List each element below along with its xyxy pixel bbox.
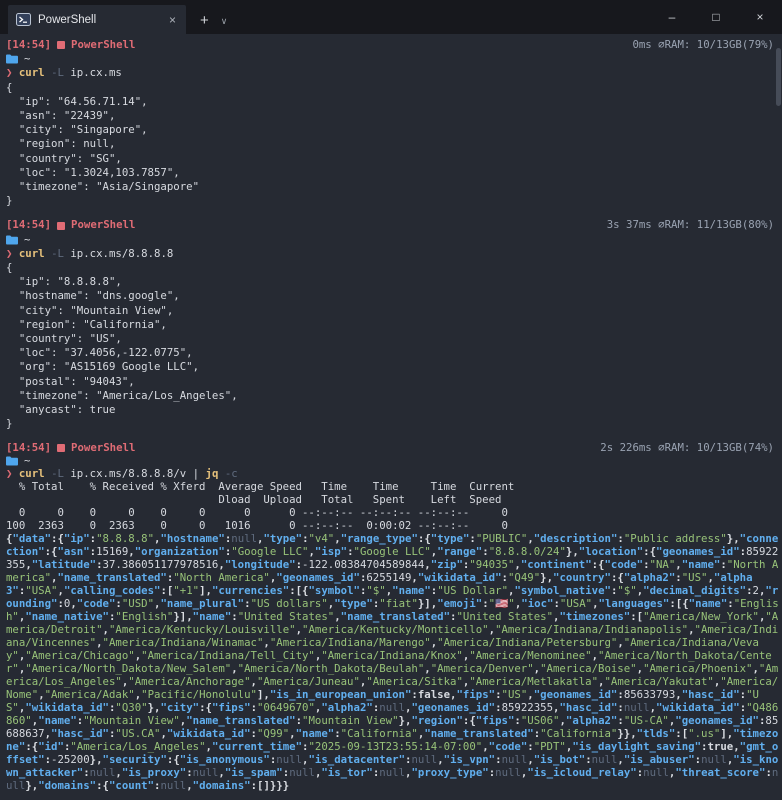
command-segment: jq — [206, 467, 225, 480]
command-segment: curl — [19, 66, 51, 79]
command-segment: | — [193, 467, 206, 480]
command-output: { "ip": "8.8.8.8", "hostname": "dns.goog… — [6, 261, 782, 431]
tab-powershell[interactable]: PowerShell × — [8, 5, 186, 34]
folder-icon — [6, 235, 18, 245]
tab-dropdown-icon[interactable]: ∨ — [221, 17, 228, 26]
command-segment: ip.cx.ms — [70, 66, 121, 79]
terminal-content[interactable]: [14:54] PowerShell 0ms ∅RAM: 10/13GB(79%) ~… — [0, 34, 782, 800]
maximize-button[interactable]: □ — [694, 0, 738, 34]
timestamp: [14:54] — [6, 441, 51, 454]
command-segment: -L — [51, 467, 70, 480]
command-line[interactable]: ❯ curl -L ip.cx.ms — [6, 66, 782, 80]
cwd-line: ~ — [6, 52, 782, 66]
timestamp: [14:54] — [6, 38, 51, 52]
powershell-icon — [57, 222, 65, 230]
command-segment: ip.cx.ms/8.8.8.8 — [70, 247, 173, 260]
block-header: [14:54] PowerShell 2s 226ms ∅RAM: 10/13GB(… — [6, 441, 782, 454]
resource-status: 3s 37ms ∅RAM: 11/13GB(80%) — [607, 218, 774, 232]
terminal-window: PowerShell × + ∨ – □ × [14:54] PowerShell… — [0, 0, 782, 800]
powershell-icon — [57, 41, 65, 49]
tab-title: PowerShell — [38, 14, 160, 26]
command-block: [14:54] PowerShell 0ms ∅RAM: 10/13GB(79%) ~… — [6, 38, 782, 208]
command-output: { "ip": "64.56.71.14", "asn": "22439", "… — [6, 81, 782, 209]
cwd-path: ~ — [24, 52, 30, 66]
command-line[interactable]: ❯ curl -L ip.cx.ms/8.8.8.8 — [6, 247, 782, 261]
jq-output: {"data":{"ip":"8.8.8.8","hostname":null,… — [6, 532, 782, 792]
command-block: [14:54] PowerShell 3s 37ms ∅RAM: 11/13GB(8… — [6, 218, 782, 431]
command-line[interactable]: ❯ curl -L ip.cx.ms/8.8.8.8/v | jq -c — [6, 467, 782, 480]
close-button[interactable]: × — [738, 0, 782, 34]
folder-icon — [6, 456, 18, 466]
shell-name: PowerShell — [71, 218, 135, 232]
resource-status: 0ms ∅RAM: 10/13GB(79%) — [632, 38, 774, 52]
command-block: [14:54] PowerShell 2s 226ms ∅RAM: 10/13GB(… — [6, 441, 782, 792]
command-segment: -c — [225, 467, 238, 480]
block-header: [14:54] PowerShell 0ms ∅RAM: 10/13GB(79%) — [6, 38, 782, 52]
powershell-tab-icon — [16, 12, 31, 27]
prompt-icon: ❯ — [6, 247, 19, 260]
tab-close-icon[interactable]: × — [167, 13, 178, 27]
powershell-icon — [57, 444, 65, 452]
block-header: [14:54] PowerShell 3s 37ms ∅RAM: 11/13GB(8… — [6, 218, 782, 232]
tab-bar: PowerShell × + ∨ – □ × — [0, 0, 782, 34]
curl-progress-meter: % Total % Received % Xferd Average Speed… — [6, 480, 782, 532]
cwd-path: ~ — [24, 454, 30, 467]
minimize-button[interactable]: – — [650, 0, 694, 34]
folder-icon — [6, 54, 18, 64]
command-segment: ip.cx.ms/8.8.8.8/v — [70, 467, 192, 480]
cwd-line: ~ — [6, 454, 782, 467]
scrollbar-thumb[interactable] — [776, 48, 781, 106]
resource-status: 2s 226ms ∅RAM: 10/13GB(74%) — [600, 441, 774, 454]
timestamp: [14:54] — [6, 218, 51, 232]
shell-name: PowerShell — [71, 38, 135, 52]
command-segment: -L — [51, 247, 70, 260]
prompt-icon: ❯ — [6, 66, 19, 79]
cwd-path: ~ — [24, 233, 30, 247]
prompt-icon: ❯ — [6, 467, 19, 480]
new-tab-button[interactable]: + — [200, 13, 209, 28]
command-segment: curl — [19, 247, 51, 260]
shell-name: PowerShell — [71, 441, 135, 454]
command-segment: curl — [19, 467, 51, 480]
command-segment: -L — [51, 66, 70, 79]
cwd-line: ~ — [6, 233, 782, 247]
